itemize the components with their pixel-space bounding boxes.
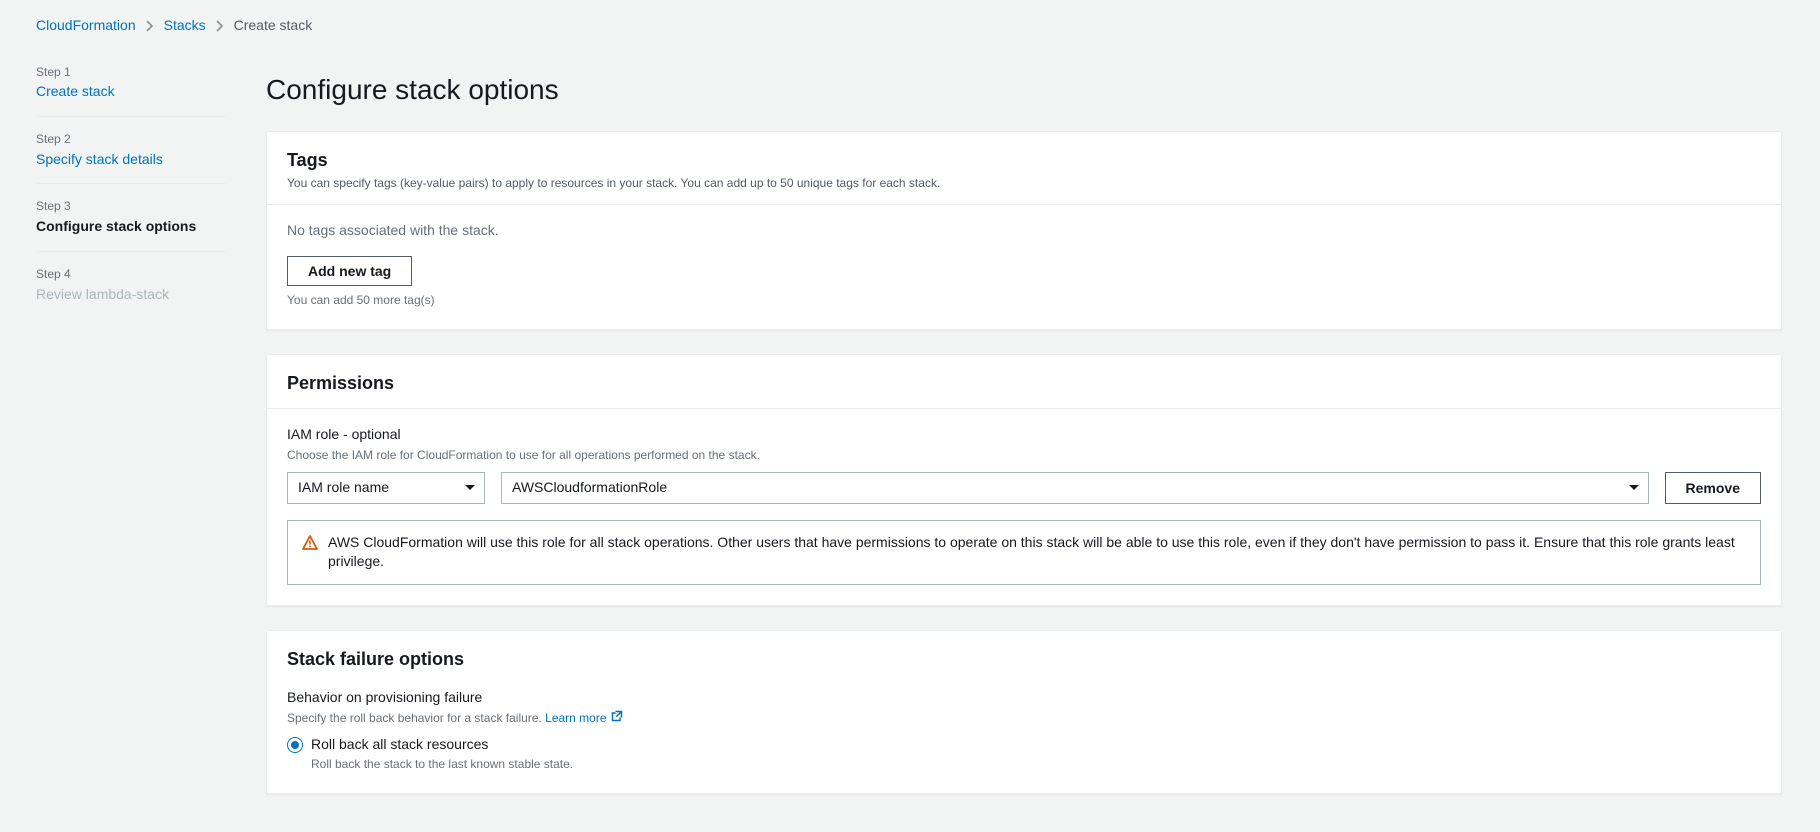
caret-down-icon [464,484,476,492]
chevron-right-icon [146,20,154,32]
breadcrumb: CloudFormation Stacks Create stack [36,16,1800,36]
warning-icon [302,533,318,572]
step-number: Step 4 [36,266,226,283]
breadcrumb-stacks[interactable]: Stacks [164,16,206,36]
iam-role-hint: Choose the IAM role for CloudFormation t… [287,447,1761,464]
external-link-icon [611,710,623,727]
iam-role-name-select[interactable]: AWSCloudformationRole [501,472,1649,504]
permissions-card: Permissions IAM role - optional Choose t… [266,354,1782,606]
iam-role-name-value: AWSCloudformationRole [512,478,667,498]
stack-failure-card: Stack failure options Behavior on provis… [266,630,1782,794]
iam-role-type-value: IAM role name [298,478,389,498]
tags-limit-text: You can add 50 more tag(s) [287,292,1761,309]
page-title: Configure stack options [266,64,1782,131]
tags-heading: Tags [287,148,1761,173]
iam-role-label: IAM role - optional [287,425,1761,445]
iam-role-warning-text: AWS CloudFormation will use this role fo… [328,533,1746,572]
tags-card: Tags You can specify tags (key-value pai… [266,131,1782,330]
step-number: Step 1 [36,64,226,81]
tags-description: You can specify tags (key-value pairs) t… [287,175,1761,192]
add-new-tag-button[interactable]: Add new tag [287,256,412,286]
stack-failure-heading: Stack failure options [287,647,1761,672]
breadcrumb-cloudformation[interactable]: CloudFormation [36,16,136,36]
iam-role-type-select[interactable]: IAM role name [287,472,485,504]
behavior-label: Behavior on provisioning failure [287,688,1761,708]
step-create-stack[interactable]: Create stack [36,82,226,102]
caret-down-icon [1628,484,1640,492]
remove-role-button[interactable]: Remove [1665,472,1761,504]
step-number: Step 3 [36,198,226,215]
step-specify-details[interactable]: Specify stack details [36,150,226,170]
step-configure-options: Configure stack options [36,217,226,237]
iam-role-warning: AWS CloudFormation will use this role fo… [287,520,1761,585]
chevron-right-icon [216,20,224,32]
rollback-all-radio[interactable] [287,737,303,753]
step-review: Review lambda-stack [36,285,226,305]
breadcrumb-current: Create stack [234,16,313,36]
tags-empty-text: No tags associated with the stack. [287,221,1761,241]
permissions-heading: Permissions [287,371,1761,396]
learn-more-link[interactable]: Learn more [545,710,622,727]
rollback-all-title: Roll back all stack resources [311,735,573,755]
rollback-all-sub: Roll back the stack to the last known st… [311,756,573,773]
behavior-hint: Specify the roll back behavior for a sta… [287,710,1761,727]
step-number: Step 2 [36,131,226,148]
wizard-steps: Step 1 Create stack Step 2 Specify stack… [36,64,226,794]
